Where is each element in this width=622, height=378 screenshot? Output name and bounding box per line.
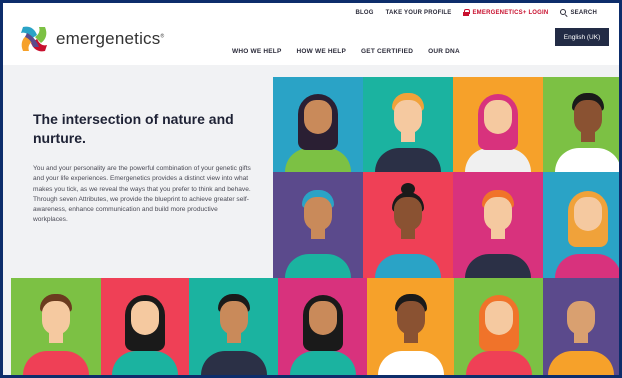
portrait-13 bbox=[367, 278, 454, 375]
logo-mark-icon bbox=[21, 26, 47, 52]
portrait-11 bbox=[189, 278, 278, 375]
page: BLOG TAKE YOUR PROFILE EMERGENETICS+ LOG… bbox=[3, 3, 619, 375]
hero-text: The intersection of nature and nurture. … bbox=[33, 110, 253, 226]
login-link[interactable]: EMERGENETICS+ LOGIN bbox=[463, 9, 548, 16]
portrait-6 bbox=[363, 172, 453, 278]
portrait-14 bbox=[454, 278, 543, 375]
portrait-8 bbox=[543, 172, 619, 278]
portrait-4 bbox=[543, 77, 619, 172]
portrait-1 bbox=[273, 77, 363, 172]
hero-title: The intersection of nature and nurture. bbox=[33, 111, 234, 146]
login-label: EMERGENETICS+ LOGIN bbox=[472, 9, 549, 16]
blog-link[interactable]: BLOG bbox=[355, 10, 373, 16]
portrait-12 bbox=[278, 278, 367, 375]
search-icon bbox=[560, 9, 567, 16]
portrait-2 bbox=[363, 77, 453, 172]
nav-our-dna[interactable]: OUR DNA bbox=[428, 48, 460, 55]
portrait-5 bbox=[273, 172, 363, 278]
hero: The intersection of nature and nurture. … bbox=[3, 65, 619, 375]
portrait-9 bbox=[11, 278, 101, 375]
search-link[interactable]: SEARCH bbox=[560, 9, 597, 16]
take-profile-link[interactable]: TAKE YOUR PROFILE bbox=[386, 10, 452, 16]
utility-nav: BLOG TAKE YOUR PROFILE EMERGENETICS+ LOG… bbox=[355, 9, 597, 16]
nav-who-we-help[interactable]: WHO WE HELP bbox=[232, 48, 282, 55]
portrait-10 bbox=[101, 278, 189, 375]
portrait-7 bbox=[453, 172, 543, 278]
lock-icon bbox=[463, 9, 471, 16]
logo-wordmark: emergenetics® bbox=[56, 29, 165, 48]
logo[interactable]: emergenetics® bbox=[17, 23, 164, 55]
search-label: SEARCH bbox=[570, 9, 597, 16]
main-nav: WHO WE HELP HOW WE HELP GET CERTIFIED OU… bbox=[232, 48, 460, 55]
hero-body: You and your personality are the powerfu… bbox=[33, 165, 251, 224]
nav-get-certified[interactable]: GET CERTIFIED bbox=[361, 48, 413, 55]
language-selector[interactable]: English (UK) bbox=[555, 28, 609, 46]
nav-how-we-help[interactable]: HOW WE HELP bbox=[297, 48, 347, 55]
portrait-15 bbox=[543, 278, 619, 375]
portrait-3 bbox=[453, 77, 543, 172]
